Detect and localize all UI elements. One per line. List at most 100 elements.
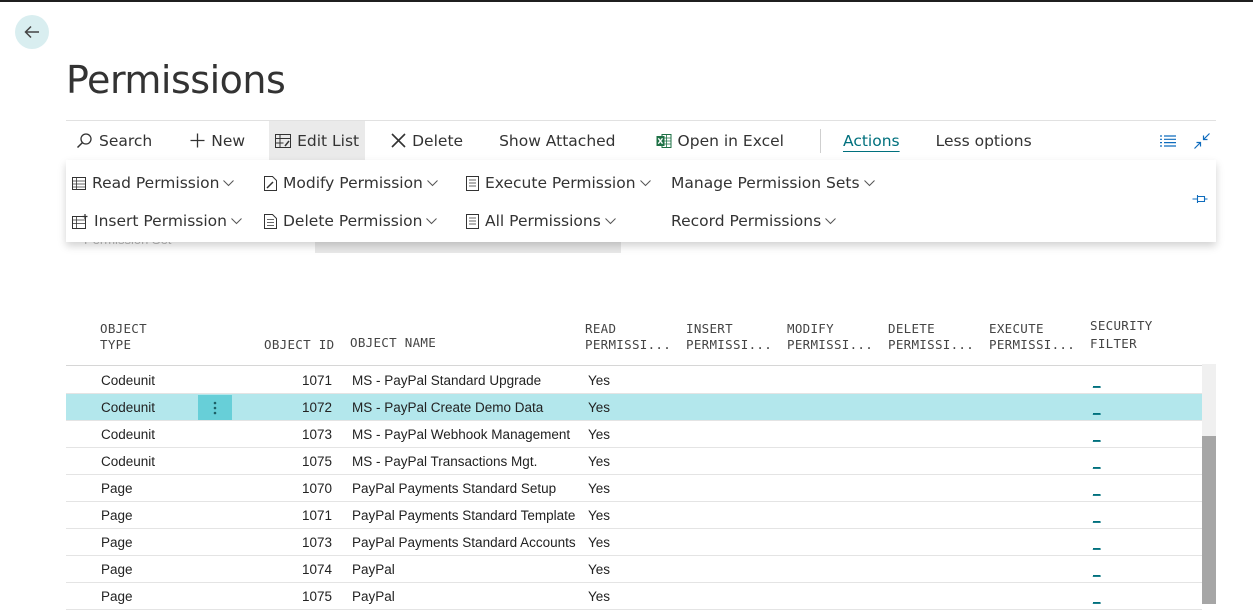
actions-tab[interactable]: Actions <box>837 121 906 160</box>
execute-permission-menu[interactable]: Execute Permission <box>466 174 651 192</box>
insert-permission-menu[interactable]: Insert Permission <box>72 212 242 230</box>
cell-object-name: MS - PayPal Create Demo Data <box>352 400 544 415</box>
modify-permission-menu[interactable]: Modify Permission <box>264 174 438 192</box>
cell-object-type: Page <box>101 535 133 550</box>
header-line: READ <box>585 321 617 336</box>
header-line: DELETE <box>888 321 935 336</box>
manage-permission-sets-label: Manage Permission Sets <box>671 174 860 192</box>
collapse-icon[interactable] <box>1194 133 1210 149</box>
edit-list-button[interactable]: Edit List <box>269 121 366 160</box>
column-header-security-filter[interactable]: SECURITY FILTER <box>1090 317 1153 353</box>
cell-object-name: PayPal Payments Standard Accounts <box>352 535 576 550</box>
cell-security-filter[interactable]: _ <box>1093 394 1101 421</box>
table-row[interactable]: Page 1070 PayPal Payments Standard Setup Ye… <box>66 475 1202 502</box>
table-row[interactable]: Page 1074 PayPal Yes _ <box>66 556 1202 583</box>
chevron-down-icon <box>825 217 837 224</box>
cell-object-id: 1075 <box>301 454 332 469</box>
cell-read-permission: Yes <box>588 508 611 523</box>
cell-read-permission: Yes <box>588 373 611 388</box>
column-header-object-type[interactable]: OBJECT TYPE <box>100 321 147 353</box>
header-line: PERMISSI... <box>686 337 773 352</box>
table-row[interactable]: Page 1075 PayPal Yes _ <box>66 583 1202 610</box>
column-header-insert[interactable]: INSERT PERMISSI... <box>686 321 772 353</box>
insert-table-icon <box>72 213 88 229</box>
table-row[interactable]: Page 1073 PayPal Payments Standard Account… <box>66 529 1202 556</box>
arrow-left-icon <box>24 25 39 39</box>
chevron-down-icon <box>639 179 651 186</box>
cell-object-name: PayPal Payments Standard Setup <box>352 481 557 496</box>
search-button[interactable]: Search <box>66 121 162 160</box>
delete-permission-menu[interactable]: Delete Permission <box>264 212 438 230</box>
table-row[interactable]: Codeunit 1072 MS - PayPal Create Demo Data… <box>66 394 1202 421</box>
all-permissions-label: All Permissions <box>485 212 601 230</box>
actions-panel: Read Permission Insert Permission Modify… <box>66 160 1216 242</box>
vertical-scrollbar[interactable] <box>1202 364 1216 604</box>
show-attached-button[interactable]: Show Attached <box>489 121 625 160</box>
manage-permission-sets-menu[interactable]: Manage Permission Sets <box>671 174 875 192</box>
chevron-down-icon <box>604 217 616 224</box>
column-header-execute[interactable]: EXECUTE PERMISSI... <box>989 321 1075 353</box>
all-permissions-menu[interactable]: All Permissions <box>466 212 616 230</box>
read-permission-menu[interactable]: Read Permission <box>72 174 235 192</box>
scrollbar-thumb[interactable] <box>1202 436 1216 604</box>
cell-object-id: 1072 <box>301 400 332 415</box>
cell-security-filter[interactable]: _ <box>1093 583 1101 610</box>
new-label: New <box>211 131 246 150</box>
cell-security-filter[interactable]: _ <box>1093 529 1101 556</box>
row-menu-button[interactable] <box>198 395 232 420</box>
cell-security-filter[interactable]: _ <box>1093 421 1101 448</box>
execute-permission-label: Execute Permission <box>485 174 636 192</box>
header-line: SECURITY <box>1090 318 1153 333</box>
close-icon <box>391 133 406 148</box>
header-line: OBJECT <box>100 321 147 336</box>
insert-permission-label: Insert Permission <box>94 212 227 230</box>
header-line: PERMISSI... <box>888 337 975 352</box>
column-header-object-name[interactable]: OBJECT NAME <box>350 335 436 351</box>
header-line: OBJECT ID <box>264 337 335 352</box>
cell-object-type: Codeunit <box>101 373 156 388</box>
list-view-icon[interactable] <box>1160 135 1176 147</box>
new-button[interactable]: New <box>180 121 255 160</box>
permission-set-field[interactable] <box>315 242 621 253</box>
table-row[interactable]: Codeunit 1073 MS - PayPal Webhook Manageme… <box>66 421 1202 448</box>
table-header: OBJECT TYPE OBJECT ID OBJECT NAME READ P… <box>66 314 1202 366</box>
edit-list-icon <box>275 133 292 148</box>
cell-object-name: PayPal Payments Standard Template <box>352 508 576 523</box>
read-permission-label: Read Permission <box>92 174 220 192</box>
cell-object-type: Page <box>101 481 133 496</box>
less-options-button[interactable]: Less options <box>926 121 1042 160</box>
table-row[interactable]: Page 1071 PayPal Payments Standard Templat… <box>66 502 1202 529</box>
column-header-object-id[interactable]: OBJECT ID <box>264 337 334 353</box>
open-in-excel-button[interactable]: Open in Excel <box>646 121 794 160</box>
column-header-delete[interactable]: DELETE PERMISSI... <box>888 321 974 353</box>
cell-read-permission: Yes <box>588 427 611 442</box>
cell-object-id: 1073 <box>301 427 332 442</box>
column-header-read[interactable]: READ PERMISSI... <box>585 321 671 353</box>
record-permissions-label: Record Permissions <box>671 212 822 230</box>
excel-icon <box>656 133 672 148</box>
cell-object-type: Codeunit <box>101 400 156 415</box>
open-in-excel-label: Open in Excel <box>677 131 784 150</box>
delete-button[interactable]: Delete <box>383 121 471 160</box>
cell-security-filter[interactable]: _ <box>1093 475 1101 502</box>
table-row[interactable]: Codeunit 1075 MS - PayPal Transactions Mgt… <box>66 448 1202 475</box>
cell-security-filter[interactable]: _ <box>1093 448 1101 475</box>
header-line: PERMISSI... <box>787 337 874 352</box>
pin-icon[interactable] <box>1192 193 1208 205</box>
record-permissions-menu[interactable]: Record Permissions <box>671 212 837 230</box>
edit-document-icon <box>264 175 277 191</box>
header-line: EXECUTE <box>989 321 1044 336</box>
cell-object-name: MS - PayPal Standard Upgrade <box>352 373 542 388</box>
header-line: PERMISSI... <box>989 337 1076 352</box>
cell-object-id: 1075 <box>301 589 332 604</box>
cell-security-filter[interactable]: _ <box>1093 502 1101 529</box>
table-row[interactable]: Codeunit 1071 MS - PayPal Standard Upgrade… <box>66 367 1202 394</box>
cell-security-filter[interactable]: _ <box>1093 556 1101 583</box>
page-title: Permissions <box>66 58 286 102</box>
back-button[interactable] <box>15 15 49 49</box>
action-bar: Search New Edit List Delete Show Attache… <box>66 120 1216 160</box>
header-line: MODIFY <box>787 321 834 336</box>
column-header-modify[interactable]: MODIFY PERMISSI... <box>787 321 873 353</box>
cell-security-filter[interactable]: _ <box>1093 367 1101 394</box>
cell-read-permission: Yes <box>588 562 611 577</box>
